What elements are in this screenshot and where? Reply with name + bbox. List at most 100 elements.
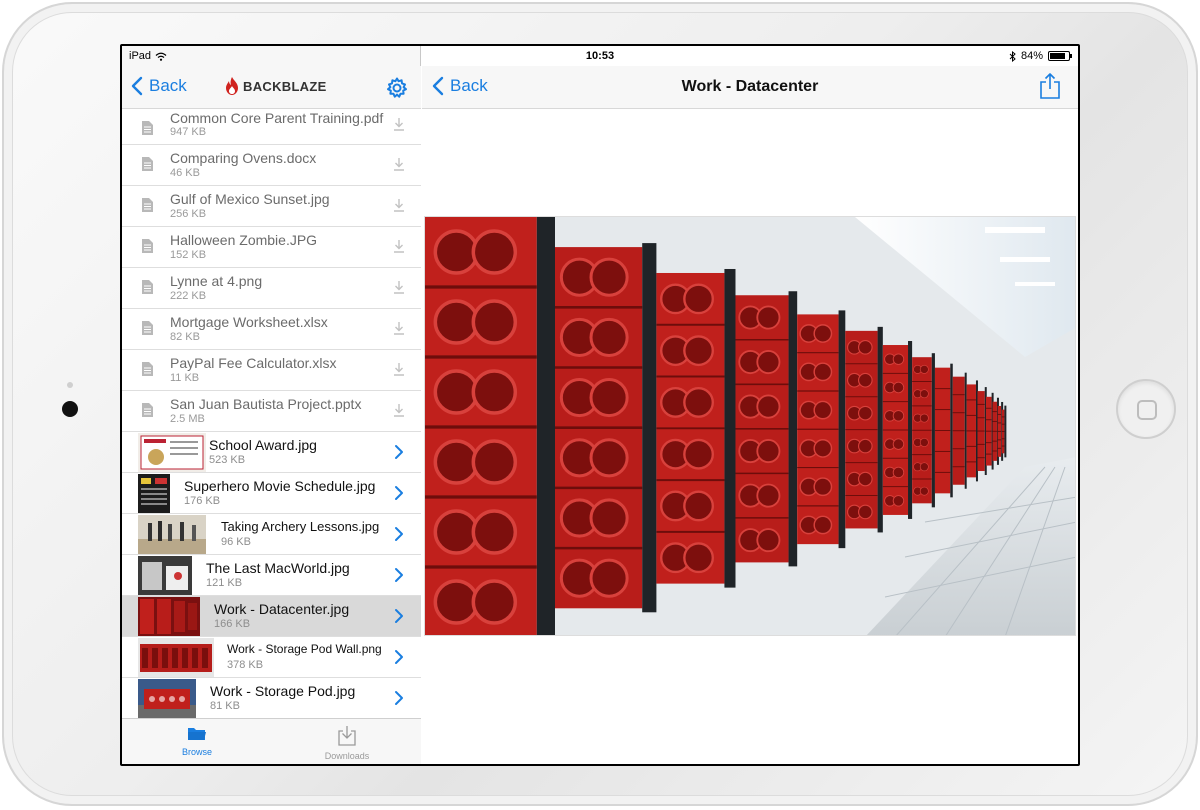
- document-icon: [142, 157, 153, 171]
- battery-icon: [1048, 51, 1072, 61]
- file-name: Work - Storage Pod.jpg: [210, 683, 356, 699]
- rack-cabinet: [1001, 405, 1007, 458]
- list-item[interactable]: Halloween Zombie.JPG 152 KB: [122, 227, 421, 268]
- document-icon: [142, 121, 153, 135]
- file-size: 152 KB: [170, 249, 207, 261]
- file-name: Comparing Ovens.docx: [170, 150, 317, 166]
- list-item[interactable]: San Juan Bautista Project.pptx 2.5 MB: [122, 391, 421, 432]
- file-browser-pane: Back BACKBLAZE Common Core Parent Traini…: [122, 46, 421, 764]
- list-item[interactable]: Common Core Parent Training.pdf 947 KB: [122, 109, 421, 145]
- download-icon[interactable]: [393, 280, 405, 294]
- file-size: 378 KB: [227, 659, 264, 671]
- battery-level: [1050, 53, 1066, 59]
- file-name: The Last MacWorld.jpg: [206, 560, 350, 576]
- list-item[interactable]: Mortgage Worksheet.xlsx 82 KB: [122, 309, 421, 350]
- flame-logo-icon: [226, 77, 238, 95]
- file-name: Mortgage Worksheet.xlsx: [170, 314, 328, 330]
- file-name: San Juan Bautista Project.pptx: [170, 396, 362, 412]
- tab-browse[interactable]: Browse: [157, 725, 237, 757]
- file-size: 121 KB: [206, 577, 243, 589]
- list-item[interactable]: PayPal Fee Calculator.xlsx 11 KB: [122, 350, 421, 391]
- file-size: 256 KB: [170, 208, 207, 220]
- clock: 10:53: [585, 50, 615, 62]
- list-item[interactable]: School Award.jpg 523 KB: [122, 432, 421, 473]
- download-icon[interactable]: [393, 157, 405, 171]
- file-size: 96 KB: [221, 536, 251, 548]
- list-item[interactable]: Comparing Ovens.docx 46 KB: [122, 145, 421, 186]
- list-item[interactable]: Work - Storage Pod.jpg 81 KB: [122, 678, 421, 718]
- screen: Back BACKBLAZE Common Core Parent Traini…: [120, 44, 1080, 766]
- chevron-right-icon: [395, 691, 403, 705]
- list-item[interactable]: Superhero Movie Schedule.jpg 176 KB: [122, 473, 421, 514]
- list-item[interactable]: The Last MacWorld.jpg 121 KB: [122, 555, 421, 596]
- list-item[interactable]: Work - Storage Pod Wall.png 378 KB: [122, 637, 421, 678]
- tab-label: Downloads: [324, 751, 370, 761]
- home-square-icon: [1137, 400, 1157, 420]
- document-icon: [142, 239, 153, 253]
- list-item[interactable]: Taking Archery Lessons.jpg 96 KB: [122, 514, 421, 555]
- left-navigation-bar: Back BACKBLAZE: [122, 66, 421, 109]
- document-icon: [142, 362, 153, 376]
- download-icon[interactable]: [393, 198, 405, 212]
- download-icon[interactable]: [393, 362, 405, 376]
- file-size: 82 KB: [170, 331, 200, 343]
- file-name: School Award.jpg: [209, 437, 317, 453]
- ambient-sensor: [67, 382, 73, 388]
- home-button[interactable]: [1116, 379, 1176, 439]
- bluetooth-icon: [1009, 50, 1016, 62]
- rack-cabinet: [555, 243, 657, 613]
- document-icon: [142, 280, 153, 294]
- rack-cabinet: [934, 363, 953, 498]
- document-icon: [142, 198, 153, 212]
- chevron-right-icon: [395, 650, 403, 664]
- battery-percent: 84%: [1020, 50, 1043, 62]
- preview-pane: Back Work - Datacenter: [422, 46, 1078, 764]
- file-size: 46 KB: [170, 167, 200, 179]
- list-item[interactable]: Lynne at 4.png 222 KB: [122, 268, 421, 309]
- download-icon[interactable]: [393, 239, 405, 253]
- front-camera: [62, 401, 78, 417]
- list-item[interactable]: Gulf of Mexico Sunset.jpg 256 KB: [122, 186, 421, 227]
- rack-cabinet: [845, 326, 883, 533]
- tab-downloads[interactable]: Downloads: [307, 725, 387, 761]
- file-size: 81 KB: [210, 700, 240, 712]
- share-icon[interactable]: [1039, 72, 1061, 100]
- rack-cabinet: [977, 387, 987, 476]
- back-label: Back: [149, 76, 187, 95]
- rack-cabinet: [656, 268, 736, 588]
- document-icon: [142, 321, 153, 335]
- tab-bar: Browse Downloads: [122, 718, 421, 764]
- browser-back-button[interactable]: Back: [131, 76, 187, 96]
- download-tray-icon: [338, 726, 356, 746]
- image-thumbnail: [138, 638, 214, 677]
- rack-cabinet: [882, 341, 913, 519]
- file-name: Work - Datacenter.jpg: [214, 601, 350, 617]
- chevron-right-icon: [395, 486, 403, 500]
- file-name: Work - Storage Pod Wall.png: [227, 642, 382, 656]
- right-navigation-bar: Back Work - Datacenter: [422, 66, 1078, 109]
- document-icon: [142, 403, 153, 417]
- tab-label: Browse: [181, 747, 212, 757]
- download-icon[interactable]: [393, 117, 405, 131]
- page-title: Work - Datacenter: [681, 78, 819, 95]
- gear-icon[interactable]: [386, 77, 408, 99]
- image-thumbnail: [138, 679, 196, 718]
- rack-cabinet: [966, 380, 978, 482]
- file-name: Lynne at 4.png: [170, 273, 263, 289]
- chevron-right-icon: [395, 568, 403, 582]
- list-item-selected[interactable]: Work - Datacenter.jpg 166 KB: [122, 596, 421, 637]
- rack-cabinet: [735, 291, 798, 567]
- file-list[interactable]: Common Core Parent Training.pdf 947 KB C…: [122, 109, 421, 718]
- file-size: 222 KB: [170, 290, 207, 302]
- chevron-right-icon: [395, 445, 403, 459]
- image-thumbnail: [138, 515, 206, 554]
- image-thumbnail: [138, 474, 170, 513]
- file-size: 947 KB: [170, 126, 207, 138]
- file-size: 166 KB: [214, 618, 251, 630]
- image-thumbnail: [138, 556, 192, 595]
- status-bar: iPad 10:53 84%: [122, 46, 1078, 66]
- download-icon[interactable]: [393, 321, 405, 335]
- download-icon[interactable]: [393, 403, 405, 417]
- file-name: Superhero Movie Schedule.jpg: [184, 478, 376, 494]
- datacenter-image: [425, 217, 1075, 635]
